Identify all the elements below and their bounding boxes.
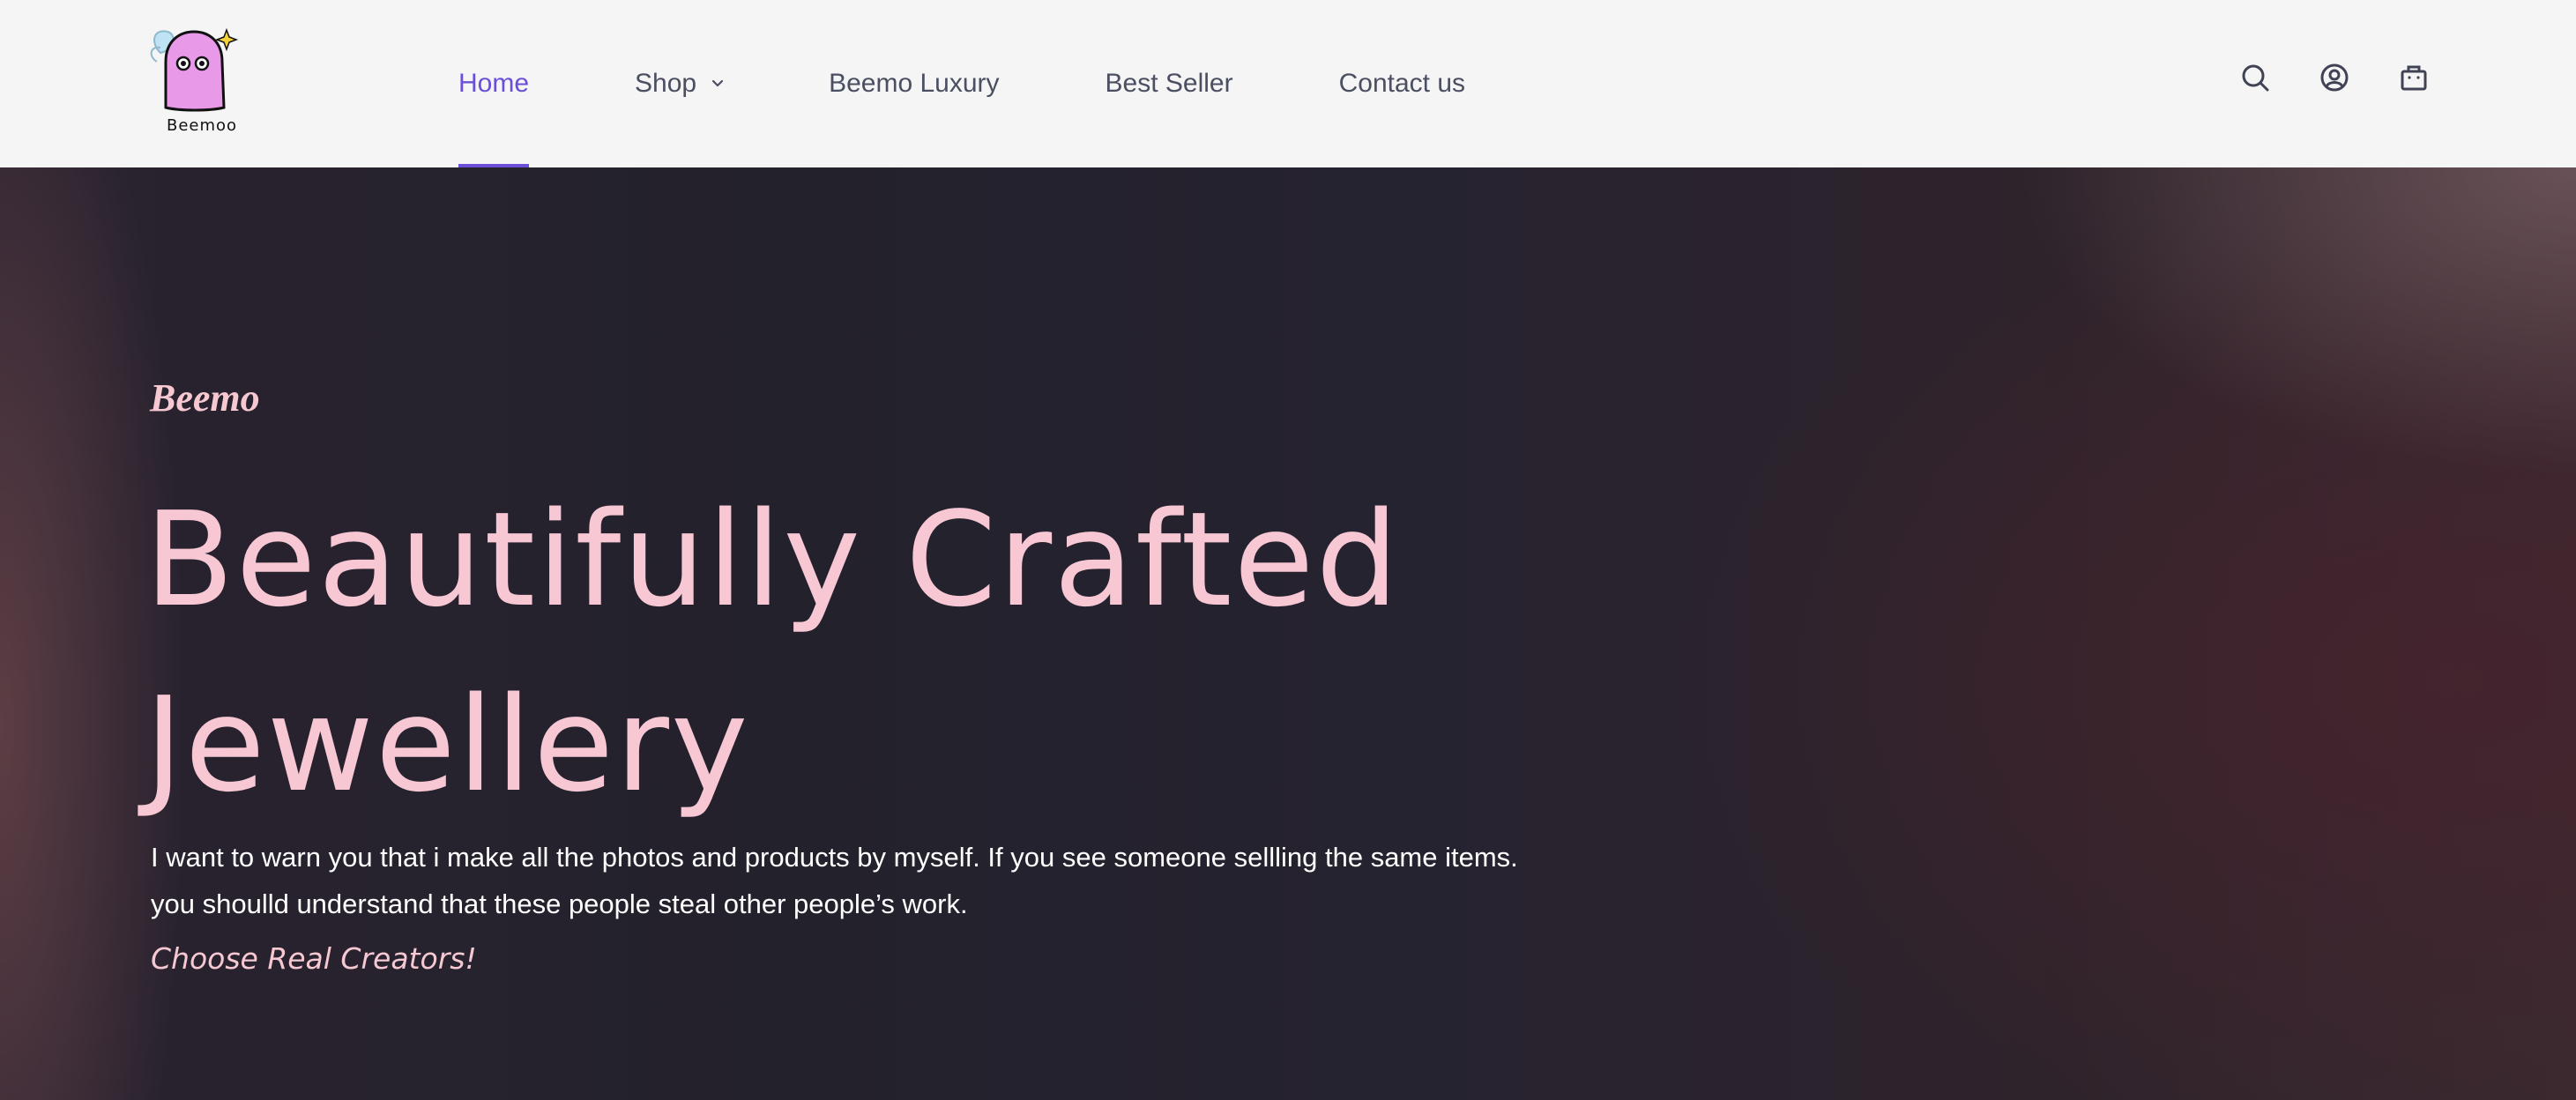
nav-item-label: Shop — [635, 69, 697, 98]
header-actions — [2239, 62, 2430, 93]
hero-cta-text: Choose Real Creators! — [151, 941, 477, 976]
hero-eyebrow: Beemo — [150, 376, 260, 420]
nav-item-contact-us[interactable]: Contact us — [1339, 0, 1465, 167]
chevron-down-icon — [712, 79, 724, 87]
hero-section: Beemo Beautifully Crafted Jewellery I wa… — [0, 167, 2576, 1100]
site-header: Beemoo Home Shop Beemo Luxury Best Selle… — [0, 0, 2576, 167]
logo[interactable]: Beemoo — [148, 23, 245, 141]
search-icon[interactable] — [2239, 62, 2271, 93]
nav-item-label: Home — [458, 69, 530, 98]
nav-item-best-seller[interactable]: Best Seller — [1106, 0, 1233, 167]
beemoo-mascot-icon — [150, 27, 239, 112]
main-nav: Home Shop Beemo Luxury Best Seller Conta… — [458, 0, 1465, 167]
page: Beemoo Home Shop Beemo Luxury Best Selle… — [0, 0, 2576, 1100]
cart-icon[interactable] — [2398, 62, 2430, 93]
nav-item-label: Contact us — [1338, 69, 1466, 98]
hero-warning-text: I want to warn you that i make all the p… — [151, 842, 1518, 919]
hero-title: Beautifully Crafted Jewellery — [145, 484, 1401, 821]
nav-item-label: Beemo Luxury — [829, 69, 1000, 98]
nav-item-shop[interactable]: Shop — [635, 0, 726, 167]
nav-item-beemo-luxury[interactable]: Beemo Luxury — [829, 0, 999, 167]
account-icon[interactable] — [2319, 62, 2350, 93]
logo-text: Beemoo — [166, 116, 238, 135]
nav-item-home[interactable]: Home — [458, 0, 530, 167]
nav-item-label: Best Seller — [1105, 69, 1233, 98]
